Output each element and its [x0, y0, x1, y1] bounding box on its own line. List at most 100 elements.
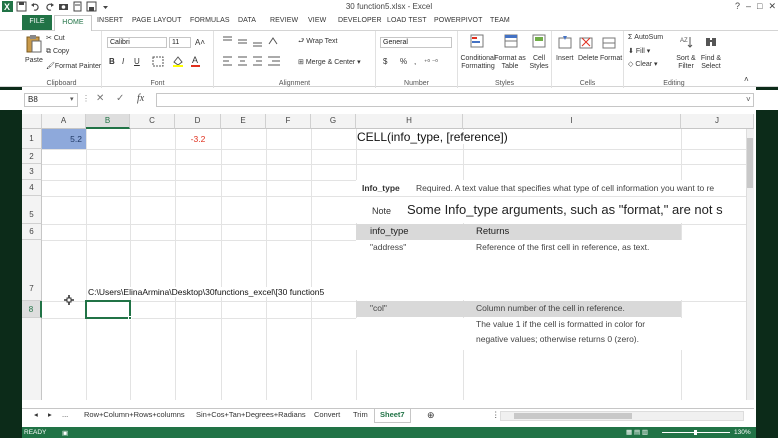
sheet-tab-convert[interactable]: Convert	[314, 410, 340, 419]
row-header-5[interactable]: 5	[22, 196, 42, 224]
tab-formulas[interactable]: FORMULAS	[190, 17, 230, 24]
row-header-3[interactable]: 3	[22, 164, 42, 180]
cell-styles-icon[interactable]	[532, 34, 546, 48]
cell-d1[interactable]: -3.2	[175, 129, 221, 149]
tab-file[interactable]: FILE	[22, 15, 52, 30]
horizontal-scroll-thumb[interactable]	[514, 413, 632, 419]
font-size-select[interactable]: 11	[169, 37, 191, 48]
copy-button[interactable]: ⧉ Copy	[46, 48, 69, 56]
help-icon[interactable]: ?	[735, 1, 740, 12]
format-table-icon[interactable]	[504, 34, 518, 48]
format-painter-button[interactable]: 🖌Format Painter	[46, 62, 101, 70]
column-header-a[interactable]: A	[42, 114, 86, 129]
number-format-select[interactable]: General	[380, 37, 452, 48]
column-header-i[interactable]: I	[463, 114, 681, 129]
row-header-4[interactable]: 4	[22, 180, 42, 196]
row-header-1[interactable]: 1	[22, 129, 42, 149]
format-as-table-button[interactable]: Format as Table	[494, 55, 526, 71]
currency-button[interactable]: $	[383, 57, 387, 66]
zoom-level[interactable]: 130%	[734, 429, 751, 436]
column-header-g[interactable]: G	[311, 114, 356, 129]
sheet-tab-sin-cos[interactable]: Sin+Cos+Tan+Degrees+Radians	[196, 410, 306, 419]
sheet-tab-more[interactable]: ...	[62, 410, 68, 419]
cell-b7[interactable]: C:\Users\ElinaArmina\Desktop\30functions…	[88, 287, 356, 297]
font-color-icon[interactable]: A	[192, 55, 198, 65]
insert-function-icon[interactable]: fx	[137, 93, 144, 104]
percent-button[interactable]: %	[400, 57, 407, 66]
fill-handle[interactable]	[128, 316, 132, 320]
tab-powerpivot[interactable]: POWERPIVOT	[434, 17, 482, 24]
merge-center-button[interactable]: ⊞ Merge & Center ▾	[298, 58, 361, 66]
sort-filter-button[interactable]: Sort & Filter	[674, 55, 698, 71]
paste-icon[interactable]	[26, 34, 42, 54]
tab-review[interactable]: REVIEW	[270, 17, 298, 24]
name-box-dropdown-icon[interactable]: ▾	[70, 95, 74, 103]
tab-insert[interactable]: INSERT	[97, 17, 123, 24]
column-header-e[interactable]: E	[221, 114, 266, 129]
comma-button[interactable]: ,	[414, 57, 416, 66]
insert-cells-icon[interactable]	[558, 35, 572, 49]
cell-styles-button[interactable]: Cell Styles	[528, 55, 550, 71]
conditional-formatting-icon[interactable]	[470, 34, 484, 48]
sheet-tab-row-column[interactable]: Row+Column+Rows+columns	[84, 410, 185, 419]
vertical-scroll-thumb[interactable]	[747, 138, 753, 188]
formula-input[interactable]	[156, 93, 754, 107]
tab-page-layout[interactable]: PAGE LAYOUT	[132, 17, 181, 24]
sort-filter-icon[interactable]: AZ	[680, 35, 694, 49]
delete-button[interactable]: Delete	[578, 55, 598, 62]
conditional-formatting-button[interactable]: Conditional Formatting	[458, 55, 498, 71]
scroll-right-icon[interactable]: ▸	[48, 410, 52, 419]
macro-record-icon[interactable]: ▣	[62, 429, 68, 437]
expand-formula-icon[interactable]: ˅	[746, 95, 751, 104]
cell-a1[interactable]: 5.2	[42, 129, 86, 149]
tab-load-test[interactable]: LOAD TEST	[387, 17, 427, 24]
maximize-icon[interactable]: □	[757, 1, 762, 12]
column-header-d[interactable]: D	[175, 114, 221, 129]
collapse-ribbon-icon[interactable]: ˄	[744, 75, 749, 84]
find-select-button[interactable]: Find & Select	[699, 55, 723, 71]
underline-button[interactable]: U	[134, 57, 140, 66]
horizontal-align-icons[interactable]	[222, 55, 282, 67]
tab-data[interactable]: DATA	[238, 17, 256, 24]
row-header-2[interactable]: 2	[22, 149, 42, 164]
cell-h1[interactable]: CELL(info_type, [reference])	[357, 130, 514, 144]
sheet-tab-sheet7[interactable]: Sheet7	[374, 409, 411, 423]
format-cells-icon[interactable]	[602, 35, 616, 49]
enter-icon[interactable]: ✓	[116, 93, 124, 104]
scroll-left-icon[interactable]: ◂	[34, 410, 38, 419]
decimal-buttons[interactable]: ⁺⁰ ⁻⁰	[424, 58, 438, 66]
row-header-6[interactable]: 6	[22, 224, 42, 240]
tab-home[interactable]: HOME	[54, 15, 92, 31]
column-header-h[interactable]: H	[356, 114, 463, 129]
column-header-b[interactable]: B	[86, 114, 130, 129]
zoom-slider-thumb[interactable]	[694, 430, 697, 435]
column-header-f[interactable]: F	[266, 114, 311, 129]
font-name-select[interactable]: Calibri	[107, 37, 167, 48]
insert-button[interactable]: Insert	[556, 55, 574, 62]
new-sheet-icon[interactable]: ⊕	[427, 410, 435, 421]
borders-icon[interactable]	[152, 56, 164, 67]
close-icon[interactable]: ✕	[768, 1, 776, 12]
autosum-button[interactable]: Σ AutoSum	[628, 34, 663, 41]
cell-b8-selected[interactable]	[85, 300, 131, 319]
paste-button[interactable]: Paste	[25, 57, 43, 64]
worksheet-grid[interactable]: A B C D E F G H I J 1 2 3 4 5 6 7 8 5.2 …	[22, 114, 754, 400]
clear-button[interactable]: ◇ Clear ▾	[628, 60, 658, 68]
row-header-8[interactable]: 8	[22, 301, 42, 318]
italic-button[interactable]: I	[122, 57, 124, 66]
tab-developer[interactable]: DEVELOPER	[338, 17, 382, 24]
sheet-tab-trim[interactable]: Trim	[353, 410, 368, 419]
wrap-text-button[interactable]: ⮐ Wrap Text	[298, 37, 338, 48]
vertical-align-icons[interactable]	[222, 35, 280, 47]
column-header-j[interactable]: J	[681, 114, 754, 129]
delete-cells-icon[interactable]	[579, 35, 593, 49]
cut-button[interactable]: ✂ Cut	[46, 34, 65, 42]
column-header-c[interactable]: C	[130, 114, 175, 129]
format-button[interactable]: Format	[600, 55, 622, 62]
minimize-icon[interactable]: –	[746, 1, 751, 12]
tab-view[interactable]: VIEW	[308, 17, 326, 24]
fill-button[interactable]: ⬇ Fill ▾	[628, 47, 650, 55]
grow-font-icon[interactable]: A˄	[195, 38, 205, 47]
tab-splitter-icon[interactable]: ⋮	[492, 410, 500, 419]
select-all-corner[interactable]	[22, 114, 42, 129]
